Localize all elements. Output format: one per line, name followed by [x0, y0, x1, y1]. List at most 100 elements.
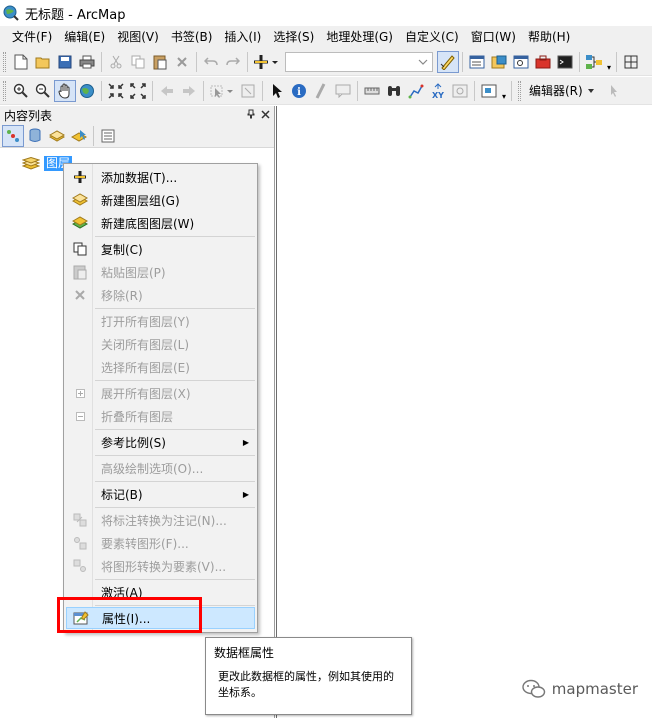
zoom-out-icon[interactable] — [32, 80, 54, 102]
go-to-xy-icon[interactable]: XY — [427, 80, 449, 102]
fixed-zoom-in-icon[interactable] — [105, 80, 127, 102]
cm-labeling[interactable]: 标记(B) ▶ — [66, 483, 255, 505]
cm-reference-scale[interactable]: 参考比例(S) ▶ — [66, 431, 255, 453]
toolbar-grip[interactable] — [3, 80, 6, 101]
clear-selection-icon[interactable] — [237, 80, 259, 102]
menu-window[interactable]: 窗口(W) — [465, 26, 522, 48]
menu-separator — [95, 429, 255, 430]
zoom-in-icon[interactable] — [10, 80, 32, 102]
cm-copy[interactable]: 复制(C) — [66, 238, 255, 260]
list-by-drawing-order-icon[interactable] — [2, 124, 24, 147]
hyperlink-icon[interactable] — [310, 80, 332, 102]
cm-turn-all-layers-on[interactable]: 打开所有图层(Y) — [66, 310, 255, 332]
cm-select-all-layers[interactable]: 选择所有图层(E) — [66, 356, 255, 378]
toolbar-grip[interactable] — [3, 51, 6, 72]
pin-icon[interactable] — [247, 108, 255, 122]
map-scale-combo[interactable] — [285, 51, 433, 72]
toolbar-separator — [196, 51, 197, 72]
group-layer-icon — [66, 189, 94, 211]
fixed-zoom-out-icon[interactable] — [127, 80, 149, 102]
delete-icon[interactable] — [171, 51, 193, 73]
toolbar-grip[interactable] — [518, 80, 521, 101]
select-elements-arrow-icon[interactable] — [266, 80, 288, 102]
toolbar-overflow-icon[interactable]: ▾ — [605, 52, 613, 72]
time-slider-icon[interactable] — [449, 80, 471, 102]
open-folder-icon[interactable] — [32, 51, 54, 73]
pan-hand-icon[interactable] — [54, 79, 76, 102]
menu-separator — [95, 236, 255, 237]
identify-icon[interactable]: i — [288, 80, 310, 102]
python-window-icon[interactable] — [554, 51, 576, 73]
cm-remove[interactable]: 移除(R) — [66, 284, 255, 306]
cm-new-basemap-layer[interactable]: 新建底图图层(W) — [66, 212, 255, 234]
edit-arrow-icon[interactable] — [603, 80, 625, 102]
print-icon[interactable] — [76, 51, 98, 73]
properties-tooltip: 数据框属性 更改此数据框的属性，例如其使用的坐标系。 — [205, 637, 412, 715]
undo-icon[interactable] — [200, 51, 222, 73]
select-features-icon[interactable] — [207, 80, 237, 102]
cut-icon[interactable] — [105, 51, 127, 73]
arctoolbox-icon[interactable] — [532, 51, 554, 73]
forward-extent-icon[interactable] — [178, 80, 200, 102]
save-icon[interactable] — [54, 51, 76, 73]
menu-geoprocessing[interactable]: 地理处理(G) — [320, 26, 399, 48]
arcmap-globe-icon — [3, 5, 19, 21]
toolbar-separator — [152, 80, 153, 101]
cm-new-group-layer[interactable]: 新建图层组(G) — [66, 189, 255, 211]
menu-separator — [95, 308, 255, 309]
cm-label: 复制(C) — [101, 242, 143, 257]
menu-bookmarks[interactable]: 书签(B) — [165, 26, 219, 48]
toc-options-icon[interactable] — [97, 125, 119, 147]
paste-icon[interactable] — [149, 51, 171, 73]
menu-file[interactable]: 文件(F) — [6, 26, 58, 48]
editor-menu[interactable]: 编辑器(R) — [525, 82, 587, 99]
search-window-icon[interactable] — [510, 51, 532, 73]
cm-turn-all-layers-off[interactable]: 关闭所有图层(L) — [66, 333, 255, 355]
menu-separator — [95, 579, 255, 580]
cm-convert-graphics-to-features[interactable]: 将图形转换为要素(V)... — [66, 555, 255, 577]
catalog-window-icon[interactable] — [488, 51, 510, 73]
back-extent-icon[interactable] — [156, 80, 178, 102]
full-extent-globe-icon[interactable] — [76, 80, 98, 102]
list-by-selection-icon[interactable] — [68, 125, 90, 147]
layers-stack-icon — [22, 156, 40, 170]
chevron-down-icon — [418, 59, 428, 65]
add-data-icon[interactable] — [251, 51, 281, 73]
menu-help[interactable]: 帮助(H) — [522, 26, 576, 48]
menu-edit[interactable]: 编辑(E) — [58, 26, 111, 48]
new-document-icon[interactable] — [10, 51, 32, 73]
basemap-layer-icon — [66, 212, 94, 234]
cm-convert-labels-to-annotation[interactable]: 将标注转换为注记(N)... — [66, 509, 255, 531]
toolbar-separator — [262, 80, 263, 101]
menu-view[interactable]: 视图(V) — [111, 26, 165, 48]
toc-window-icon[interactable] — [466, 51, 488, 73]
modelbuilder-icon[interactable] — [583, 51, 605, 73]
cm-expand-all-layers[interactable]: 展开所有图层(X) — [66, 382, 255, 404]
toolbar-overflow-icon[interactable]: ▾ — [500, 81, 508, 101]
cm-advanced-drawing-options[interactable]: 高级绘制选项(O)... — [66, 457, 255, 479]
create-viewer-window-icon[interactable] — [478, 80, 500, 102]
cm-convert-features-to-graphics[interactable]: 要素转图形(F)... — [66, 532, 255, 554]
html-popup-icon[interactable] — [332, 80, 354, 102]
menu-insert[interactable]: 插入(I) — [218, 26, 267, 48]
menu-selection[interactable]: 选择(S) — [267, 26, 320, 48]
toc-header: 内容列表 — [0, 106, 274, 124]
menu-customize[interactable]: 自定义(C) — [399, 26, 465, 48]
cm-collapse-all-layers[interactable]: 折叠所有图层 — [66, 405, 255, 427]
cm-paste-layer[interactable]: 粘贴图层(P) — [66, 261, 255, 283]
toolbar-separator — [101, 51, 102, 72]
list-by-source-icon[interactable] — [24, 125, 46, 147]
cm-label: 选择所有图层(E) — [101, 360, 190, 375]
find-binoculars-icon[interactable] — [383, 80, 405, 102]
redo-icon[interactable] — [222, 51, 244, 73]
cm-add-data[interactable]: 添加数据(T)... — [66, 166, 255, 188]
close-icon[interactable] — [261, 108, 270, 122]
copy-icon[interactable] — [127, 51, 149, 73]
measure-icon[interactable] — [361, 80, 383, 102]
layout-grid-icon[interactable] — [620, 51, 642, 73]
find-route-icon[interactable] — [405, 80, 427, 102]
map-display-area[interactable] — [276, 106, 652, 718]
list-by-visibility-icon[interactable] — [46, 125, 68, 147]
cm-label: 高级绘制选项(O)... — [101, 461, 204, 476]
editor-toolbar-icon[interactable] — [437, 50, 459, 73]
